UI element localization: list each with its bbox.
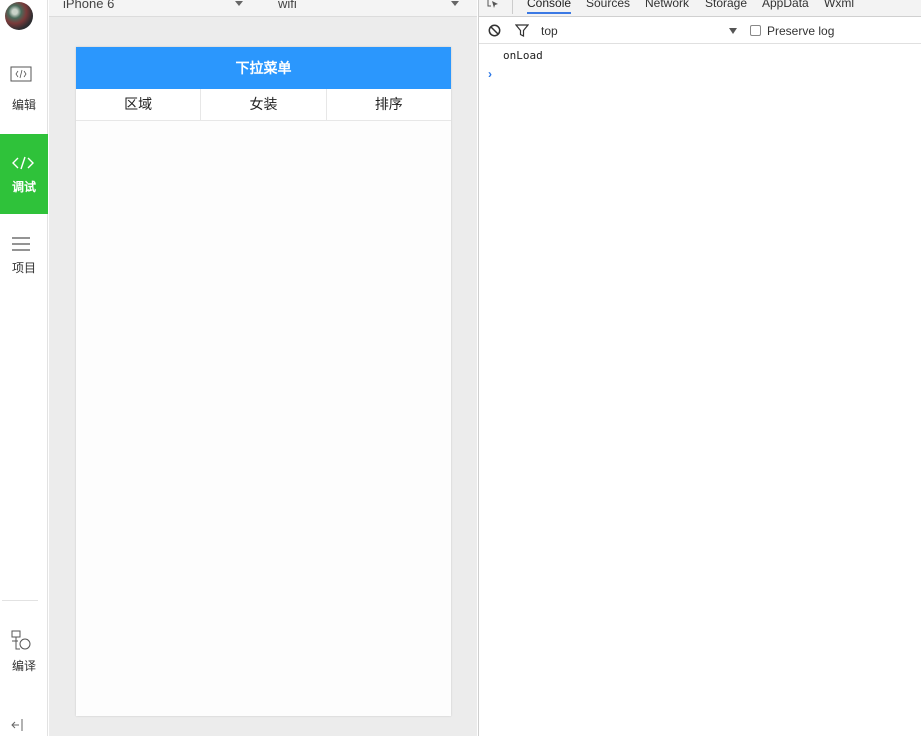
menu-lines-icon	[12, 237, 30, 251]
chevron-down-icon[interactable]	[235, 1, 243, 6]
rail-divider	[2, 600, 38, 601]
console-toolbar: top Preserve log	[479, 18, 921, 44]
rail-item-label: 编译	[11, 659, 36, 673]
collapse-handle-icon[interactable]	[11, 718, 31, 732]
rail-item-project[interactable]: 项目	[0, 216, 48, 296]
rail-item-edit[interactable]: 编辑	[0, 56, 48, 136]
network-select[interactable]: wifi	[278, 0, 297, 11]
rail-item-compile[interactable]: 编译	[0, 620, 48, 700]
simulator-panel: iPhone 6 wifi 下拉菜单 区域 女装 排序	[49, 0, 477, 736]
tab-sources[interactable]: Sources	[586, 0, 630, 10]
code-icon	[12, 156, 34, 170]
rail-item-label: 项目	[11, 261, 36, 275]
inspect-element-icon[interactable]	[487, 0, 499, 9]
dropdown-menu-bar: 区域 女装 排序	[76, 89, 451, 121]
preserve-log-label[interactable]: Preserve log	[767, 24, 834, 38]
left-rail: 编辑 调试 项目 编译	[0, 0, 48, 736]
filter-icon[interactable]	[515, 24, 529, 37]
tab-storage[interactable]: Storage	[705, 0, 747, 10]
console-message: onLoad	[503, 49, 543, 62]
chevron-down-icon[interactable]	[729, 28, 737, 34]
devtools-tabs: Console Sources Network Storage AppData …	[479, 0, 921, 17]
compile-icon	[11, 630, 31, 650]
menu-item-sort[interactable]: 排序	[327, 89, 451, 120]
devtools-panel: Console Sources Network Storage AppData …	[478, 0, 921, 736]
preserve-log-checkbox[interactable]	[750, 25, 761, 36]
device-select[interactable]: iPhone 6	[63, 0, 114, 11]
tab-divider	[512, 0, 513, 14]
menu-item-region[interactable]: 区域	[76, 89, 202, 120]
tab-network[interactable]: Network	[645, 0, 689, 10]
tab-console[interactable]: Console	[527, 0, 572, 14]
context-select[interactable]: top	[541, 24, 558, 38]
code-window-icon	[10, 66, 32, 82]
rail-item-label: 调试	[11, 180, 36, 194]
chevron-down-icon[interactable]	[451, 1, 459, 6]
avatar[interactable]	[5, 2, 33, 30]
rail-item-label: 编辑	[11, 98, 36, 112]
rail-item-debug[interactable]: 调试	[0, 134, 48, 214]
tab-appdata[interactable]: AppData	[762, 0, 809, 10]
console-prompt[interactable]: ›	[488, 67, 492, 81]
phone-screen: 下拉菜单 区域 女装 排序	[76, 47, 451, 716]
simulator-toolbar: iPhone 6 wifi	[49, 0, 477, 17]
clear-console-icon[interactable]	[488, 24, 501, 37]
navigation-bar: 下拉菜单	[76, 47, 451, 89]
menu-item-womenswear[interactable]: 女装	[201, 89, 327, 120]
tab-wxml[interactable]: Wxml	[824, 0, 854, 10]
